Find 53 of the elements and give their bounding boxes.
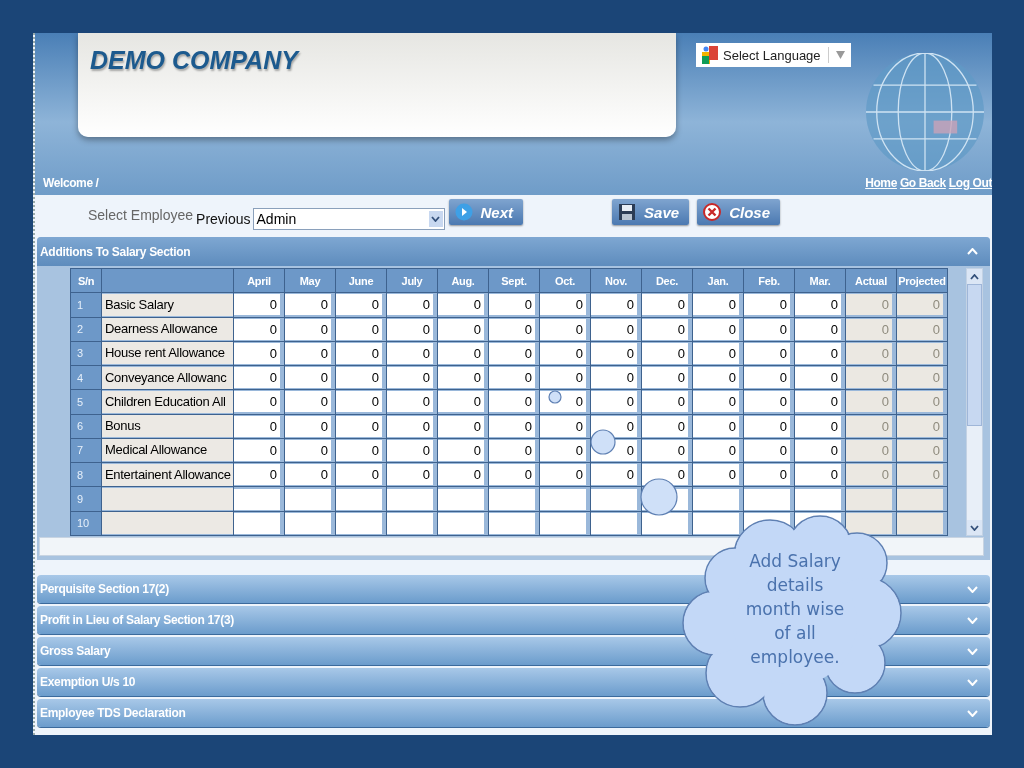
select-employee-label: Select Employee — [88, 207, 194, 223]
item-name: Dearness Allowance — [102, 318, 233, 341]
item-name: Conveyance Allowanc — [102, 366, 233, 389]
item-name: Children Education All — [102, 390, 233, 413]
column-header: April — [233, 268, 285, 293]
column-header: June — [335, 268, 387, 293]
column-header: Mar. — [794, 268, 846, 293]
row-number: 7 — [70, 438, 102, 463]
chevron-icon — [967, 709, 978, 717]
column-header: Feb. — [743, 268, 795, 293]
company-name: DEMO COMPANY — [90, 46, 298, 75]
previous-link[interactable]: Previous — [196, 211, 251, 227]
column-header: Projected — [896, 268, 948, 293]
chevron-icon — [967, 616, 978, 624]
column-header: May — [284, 268, 336, 293]
caret-icon — [431, 216, 441, 222]
floppy-icon — [618, 203, 637, 221]
row-number: 9 — [70, 486, 102, 512]
item-name: Medical Allowance — [102, 439, 233, 462]
column-header: Oct. — [539, 268, 591, 293]
item-name: House rent Allowance — [102, 342, 233, 365]
column-header: July — [386, 268, 438, 293]
column-header: Aug. — [437, 268, 489, 293]
row-number: 1 — [70, 292, 102, 318]
chevron-icon — [967, 248, 978, 255]
chevron-icon — [967, 647, 978, 655]
row-number: 6 — [70, 414, 102, 439]
dropdown-icon — [835, 51, 845, 59]
chevron-icon — [967, 678, 978, 686]
row-number: 8 — [70, 462, 102, 487]
scroll-down-icon[interactable] — [970, 524, 979, 531]
row-number: 10 — [70, 511, 102, 536]
welcome-text: Welcome / — [43, 176, 99, 190]
translate-icon — [702, 46, 718, 64]
language-select[interactable]: Select Language — [696, 43, 851, 67]
column-header: Nov. — [590, 268, 642, 293]
row-number: 5 — [70, 389, 102, 415]
column-header: Sept. — [488, 268, 540, 293]
chevron-icon — [967, 585, 978, 593]
column-header: S/n — [70, 268, 102, 293]
close-icon — [703, 203, 722, 221]
item-name: Entertainent Allowance — [102, 463, 233, 486]
employee-select[interactable]: Admin — [252, 208, 445, 230]
row-number: 4 — [70, 365, 102, 390]
item-name: Basic Salary — [102, 293, 233, 316]
vertical-scrollbar[interactable] — [966, 268, 983, 536]
column-header: Dec. — [641, 268, 693, 293]
scroll-up-icon[interactable] — [970, 273, 979, 280]
column-header: Jan. — [692, 268, 744, 293]
item-name: Bonus — [102, 415, 233, 438]
row-number: 2 — [70, 317, 102, 342]
row-number: 3 — [70, 341, 102, 366]
column-header: Actual — [845, 268, 897, 293]
